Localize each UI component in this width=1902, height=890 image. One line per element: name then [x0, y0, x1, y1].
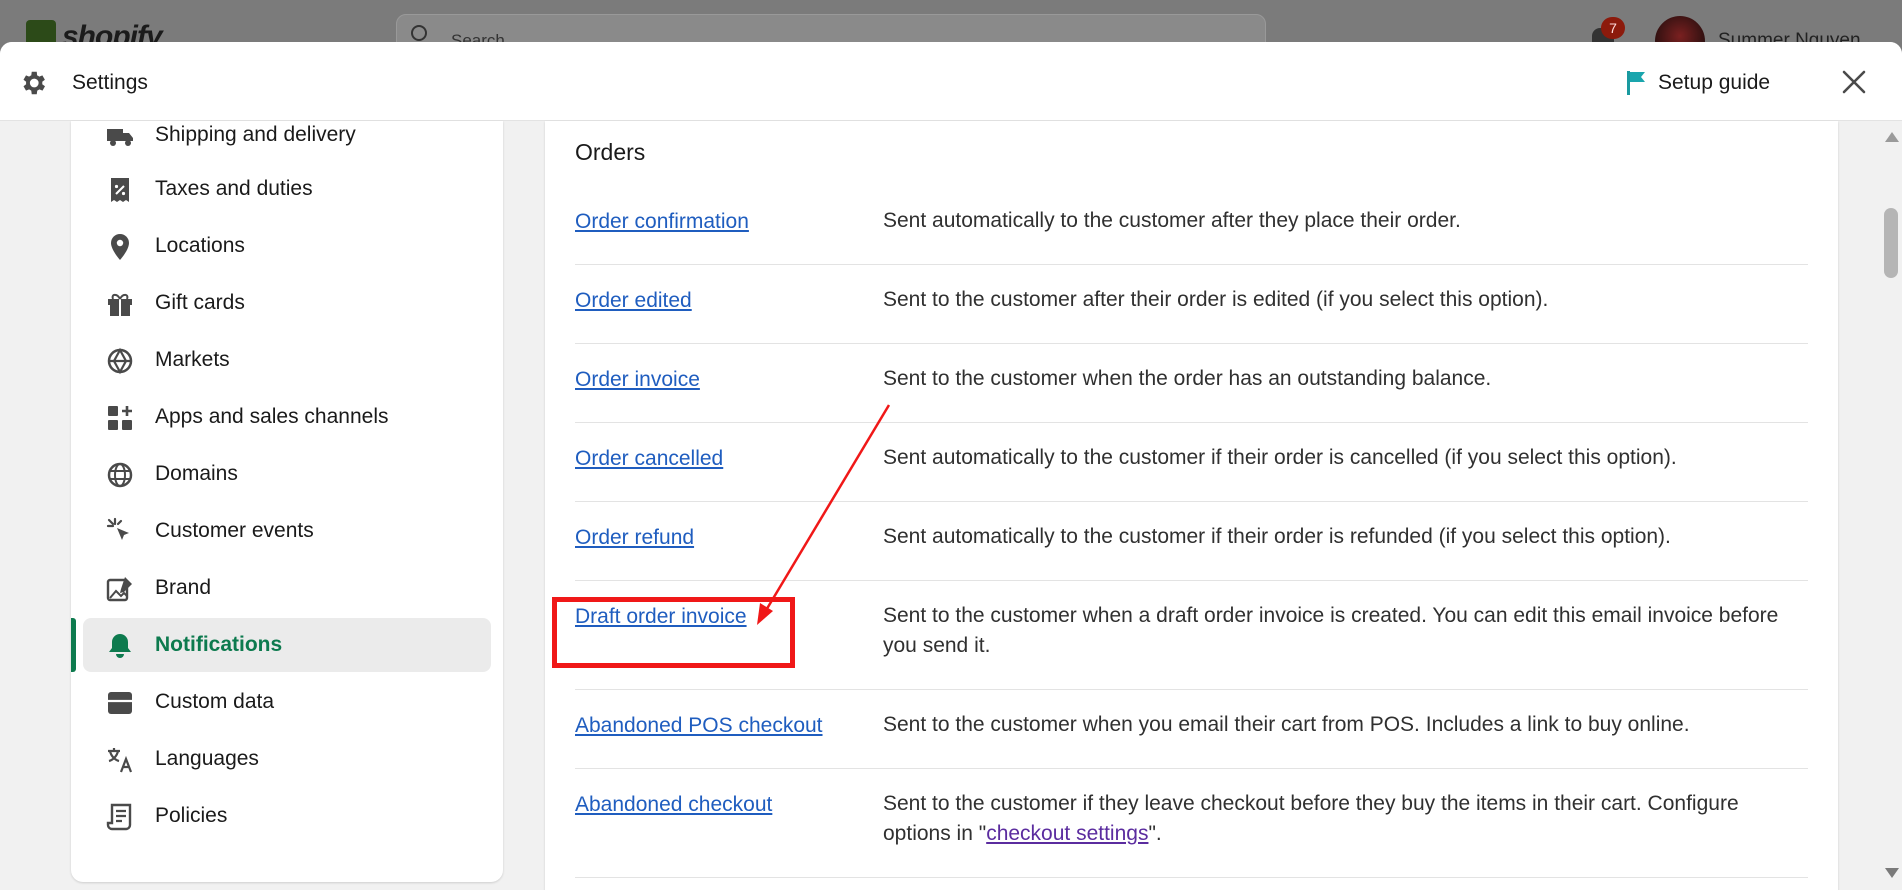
sidebar-item-label: Apps and sales channels	[155, 405, 389, 428]
sidebar-item-brand[interactable]: Brand	[83, 561, 491, 615]
notification-description: Sent automatically to the customer after…	[883, 209, 1461, 232]
notification-link[interactable]: Order cancelled	[575, 447, 723, 471]
cursor-click-icon	[106, 517, 129, 540]
scroll-up-arrow-icon[interactable]	[1885, 132, 1899, 142]
globe-icon	[107, 347, 133, 375]
notification-link[interactable]: Order invoice	[575, 368, 700, 392]
sidebar-item-label: Gift cards	[155, 291, 245, 314]
flag-icon	[1627, 71, 1645, 95]
notification-link[interactable]: Abandoned checkout	[575, 793, 772, 817]
table-row: Draft order invoice Sent to the customer…	[575, 581, 1808, 690]
sidebar-item-label: Locations	[155, 234, 245, 257]
sidebar-item-label: Taxes and duties	[155, 177, 313, 200]
notifications-panel: Orders Order confirmation Sent automatic…	[545, 121, 1838, 890]
sidebar-item-gift-cards[interactable]: Gift cards	[83, 276, 491, 330]
sidebar-item-label: Customer events	[155, 519, 314, 542]
custom-data-icon	[108, 692, 132, 714]
sidebar-item-languages[interactable]: Languages	[83, 732, 491, 786]
bell-icon	[109, 634, 131, 658]
sidebar-item-label: Brand	[155, 576, 212, 599]
sidebar-item-shipping[interactable]: Shipping and delivery	[83, 121, 491, 162]
notification-description: Sent to the customer after their order i…	[883, 288, 1549, 311]
close-icon[interactable]	[1836, 64, 1872, 100]
notification-description: Sent to the customer when you email thei…	[883, 713, 1690, 736]
notification-count-badge: 7	[1601, 17, 1625, 39]
notification-link[interactable]: Order refund	[575, 526, 694, 550]
receipt-percent-icon	[111, 178, 129, 202]
notification-description: Sent automatically to the customer if th…	[883, 525, 1671, 548]
table-row: Abandoned POS checkout Sent to the custo…	[575, 690, 1808, 769]
sidebar-item-label: Languages	[155, 747, 259, 770]
settings-sidebar: Shipping and delivery Taxes and duties L…	[71, 121, 503, 882]
table-row: Order confirmation Sent automatically to…	[575, 186, 1808, 265]
setup-guide-label: Setup guide	[1658, 71, 1771, 94]
notification-description: Sent to the customer when a draft order …	[883, 604, 1779, 657]
table-row: Order invoice Sent to the customer when …	[575, 344, 1808, 423]
admin-topbar: shopify Search 7 Summer Nguyen	[0, 0, 1902, 66]
gift-icon	[108, 293, 132, 316]
notification-link[interactable]: Abandoned POS checkout	[575, 714, 823, 738]
sidebar-item-markets[interactable]: Markets	[83, 333, 491, 387]
truck-icon	[107, 129, 133, 146]
scrollbar-thumb[interactable]	[1884, 208, 1898, 278]
settings-header: Settings Setup guide	[0, 42, 1902, 121]
section-title: Orders	[575, 139, 646, 165]
sidebar-item-taxes[interactable]: Taxes and duties	[83, 162, 491, 216]
sidebar-item-domains[interactable]: Domains	[83, 447, 491, 501]
description-text: ".	[1148, 822, 1162, 845]
apps-icon	[108, 406, 132, 430]
sidebar-item-custom-data[interactable]: Custom data	[83, 675, 491, 729]
table-row: Order refund Sent automatically to the c…	[575, 502, 1808, 581]
sidebar-item-policies[interactable]: Policies	[83, 789, 491, 843]
notification-description: Sent to the customer when the order has …	[883, 367, 1492, 390]
notification-description: Sent to the customer if they leave check…	[883, 789, 1793, 849]
sidebar-item-label: Domains	[155, 462, 238, 485]
draft-order-invoice-link[interactable]: Draft order invoice	[575, 605, 747, 629]
notification-link[interactable]: Order edited	[575, 289, 692, 313]
settings-modal: Settings Setup guide Shipping and delive…	[0, 42, 1902, 890]
sidebar-item-label: Notifications	[155, 633, 283, 656]
sidebar-item-label: Custom data	[155, 690, 275, 713]
sidebar-item-label: Shipping and delivery	[155, 123, 356, 146]
location-pin-icon	[111, 234, 129, 260]
checkout-settings-link[interactable]: checkout settings	[986, 822, 1148, 845]
gear-icon	[23, 71, 45, 95]
sidebar-item-apps[interactable]: Apps and sales channels	[83, 390, 491, 444]
table-row: Order edited Sent to the customer after …	[575, 265, 1808, 344]
policy-scroll-icon	[106, 803, 132, 831]
sidebar-item-customer-events[interactable]: Customer events	[83, 504, 491, 558]
scroll-down-arrow-icon[interactable]	[1885, 868, 1899, 878]
active-indicator	[71, 618, 76, 672]
table-row: Abandoned checkout Sent to the customer …	[575, 769, 1808, 878]
notification-link[interactable]: Order confirmation	[575, 210, 749, 234]
table-row: Order cancelled Sent automatically to th…	[575, 423, 1808, 502]
domain-globe-icon	[107, 462, 133, 488]
translate-icon	[108, 748, 133, 773]
search-icon	[411, 25, 427, 41]
setup-guide-button[interactable]: Setup guide	[1624, 66, 1770, 100]
page-title: Settings	[72, 71, 148, 94]
sidebar-item-locations[interactable]: Locations	[83, 219, 491, 273]
notification-description: Sent automatically to the customer if th…	[883, 446, 1677, 469]
sidebar-item-label: Markets	[155, 348, 230, 371]
sidebar-item-label: Policies	[155, 804, 228, 827]
brand-image-icon	[106, 577, 132, 602]
sidebar-item-notifications[interactable]: Notifications	[83, 618, 491, 672]
